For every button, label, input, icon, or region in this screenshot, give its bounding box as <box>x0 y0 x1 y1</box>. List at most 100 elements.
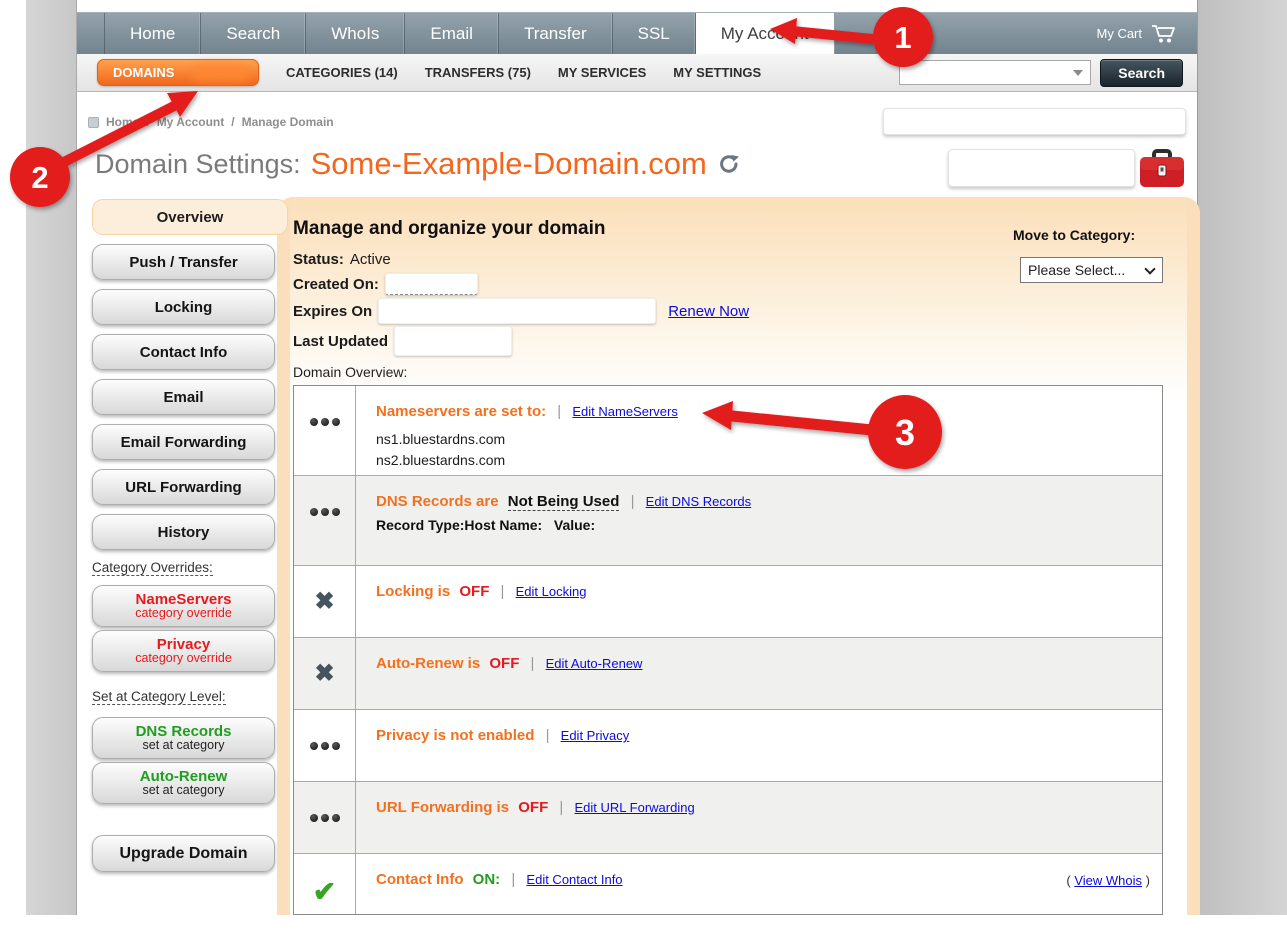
subnav-item-my-settings[interactable]: MY SETTINGS <box>673 65 761 80</box>
view-whois: ( View Whois ) <box>1066 871 1150 888</box>
cross-icon: ✖ <box>314 590 334 637</box>
search-button[interactable]: Search <box>1100 59 1183 87</box>
sidebar-item-privacy-override[interactable]: Privacy category override <box>92 630 275 672</box>
tab-whois[interactable]: WhoIs <box>306 13 405 54</box>
subnav-item-my-services[interactable]: MY SERVICES <box>558 65 646 80</box>
domains-label: DOMAINS <box>113 65 174 80</box>
sidebar-item-contact-info[interactable]: Contact Info <box>92 334 275 370</box>
table-row-locking: ✖ Locking is OFF | Edit Locking <box>294 566 1162 638</box>
updated-label: Last Updated <box>293 333 388 350</box>
tab-ssl[interactable]: SSL <box>613 13 696 54</box>
renew-now-link[interactable]: Renew Now <box>668 303 749 320</box>
row-title: Contact Info <box>376 871 464 888</box>
cross-icon: ✖ <box>314 662 334 709</box>
breadcrumb-my-account[interactable]: My Account <box>157 115 225 129</box>
sidebar-item-dns-records-category[interactable]: DNS Records set at category <box>92 717 275 759</box>
status-line: Status: Active <box>293 251 391 268</box>
breadcrumb-icon <box>88 117 99 128</box>
status-label: Status: <box>293 251 344 268</box>
redacted-box-top <box>883 108 1186 135</box>
nameserver-2: ns2.bluestardns.com <box>376 450 1150 471</box>
subnav-item-transfers[interactable]: TRANSFERS (75) <box>425 65 531 80</box>
tab-home[interactable]: Home <box>104 13 201 54</box>
subnav-item-domains[interactable]: DOMAINS <box>97 59 259 86</box>
sidebar-item-overview[interactable]: Overview <box>92 199 288 235</box>
row-title: Locking is <box>376 583 450 600</box>
redacted-expires-date <box>378 298 656 324</box>
edit-url-forwarding-link[interactable]: Edit URL Forwarding <box>575 800 695 815</box>
sidebar-item-locking[interactable]: Locking <box>92 289 275 325</box>
top-navigation: Home Search WhoIs Email Transfer SSL My … <box>77 12 1197 54</box>
status-value: Active <box>350 251 391 268</box>
domain-overview-label: Domain Overview: <box>293 364 407 380</box>
table-row-privacy: Privacy is not enabled | Edit Privacy <box>294 710 1162 782</box>
sidebar: Overview Push / Transfer Locking Contact… <box>92 199 275 881</box>
sidebar-item-url-forwarding[interactable]: URL Forwarding <box>92 469 275 505</box>
table-row-nameservers: Nameservers are set to: | Edit NameServe… <box>294 386 1162 476</box>
breadcrumb-manage-domain[interactable]: Manage Domain <box>242 115 334 129</box>
page-title-domain: Some-Example-Domain.com <box>311 146 707 182</box>
expires-label: Expires On <box>293 303 372 320</box>
move-to-category-label: Move to Category: <box>1013 227 1135 243</box>
tab-my-account[interactable]: My Account <box>696 13 835 54</box>
sidebar-item-auto-renew-category[interactable]: Auto-Renew set at category <box>92 762 275 804</box>
redacted-box-title <box>948 149 1135 187</box>
row-status: OFF <box>459 583 489 600</box>
table-row-dns-records: DNS Records are Not Being Used | Edit DN… <box>294 476 1162 566</box>
my-cart-button[interactable]: My Cart <box>1097 13 1198 54</box>
sidebar-item-push-transfer[interactable]: Push / Transfer <box>92 244 275 280</box>
nameserver-1: ns1.bluestardns.com <box>376 429 1150 450</box>
chevron-down-icon <box>1144 263 1155 274</box>
view-whois-link[interactable]: View Whois <box>1074 873 1142 888</box>
sidebar-item-email-forwarding[interactable]: Email Forwarding <box>92 424 275 460</box>
ellipsis-icon <box>310 500 340 565</box>
updated-line: Last Updated <box>293 326 512 356</box>
sidebar-item-nameservers-override[interactable]: NameServers category override <box>92 585 275 627</box>
domain-overview-table: Nameservers are set to: | Edit NameServe… <box>293 385 1163 915</box>
row-title: Privacy is not enabled <box>376 727 534 744</box>
move-to-category-value: Please Select... <box>1028 262 1125 278</box>
edit-privacy-link[interactable]: Edit Privacy <box>561 728 630 743</box>
edit-contact-info-link[interactable]: Edit Contact Info <box>526 872 622 887</box>
ellipsis-icon <box>310 410 340 475</box>
sidebar-item-email[interactable]: Email <box>92 379 275 415</box>
edit-auto-renew-link[interactable]: Edit Auto-Renew <box>546 656 643 671</box>
edit-nameservers-link[interactable]: Edit NameServers <box>572 404 677 419</box>
breadcrumb-home[interactable]: Home <box>106 115 139 129</box>
breadcrumb-separator: / <box>146 115 149 129</box>
domain-search-input[interactable] <box>899 60 1091 85</box>
table-row-auto-renew: ✖ Auto-Renew is OFF | Edit Auto-Renew <box>294 638 1162 710</box>
redacted-created-date <box>385 273 478 295</box>
refresh-icon[interactable] <box>717 152 741 176</box>
subnav-item-categories[interactable]: CATEGORIES (14) <box>286 65 398 80</box>
sub-navigation: DOMAINS CATEGORIES (14) TRANSFERS (75) M… <box>77 54 1197 92</box>
tab-transfer[interactable]: Transfer <box>499 13 613 54</box>
page: Home Search WhoIs Email Transfer SSL My … <box>0 0 1287 931</box>
redacted-blur <box>192 65 250 81</box>
edit-dns-records-link[interactable]: Edit DNS Records <box>646 494 751 509</box>
row-status: ON: <box>473 871 501 888</box>
sidebar-item-history[interactable]: History <box>92 514 275 550</box>
row-title: Auto-Renew is <box>376 655 480 672</box>
ellipsis-icon <box>310 806 340 853</box>
upgrade-domain-button[interactable]: Upgrade Domain <box>92 835 275 872</box>
combo-dropdown-icon[interactable] <box>1073 70 1083 76</box>
created-label: Created On: <box>293 276 379 293</box>
check-icon: ✔ <box>313 878 336 914</box>
expires-line: Expires On Renew Now <box>293 298 749 324</box>
row-title: URL Forwarding is <box>376 799 509 816</box>
breadcrumb: Home / My Account / Manage Domain <box>88 115 334 129</box>
set-at-category-heading: Set at Category Level: <box>92 689 275 707</box>
cart-icon <box>1151 24 1177 44</box>
page-title: Domain Settings: Some-Example-Domain.com <box>95 146 741 182</box>
toolbox-icon[interactable] <box>1138 146 1186 190</box>
edit-locking-link[interactable]: Edit Locking <box>516 584 587 599</box>
move-to-category-select[interactable]: Please Select... <box>1020 257 1163 283</box>
category-overrides-heading: Category Overrides: <box>92 560 275 578</box>
tab-search[interactable]: Search <box>201 13 306 54</box>
row-status: OFF <box>489 655 519 672</box>
breadcrumb-separator: / <box>231 115 234 129</box>
tab-email[interactable]: Email <box>405 13 499 54</box>
ellipsis-icon <box>310 734 340 781</box>
row-status: OFF <box>518 799 548 816</box>
